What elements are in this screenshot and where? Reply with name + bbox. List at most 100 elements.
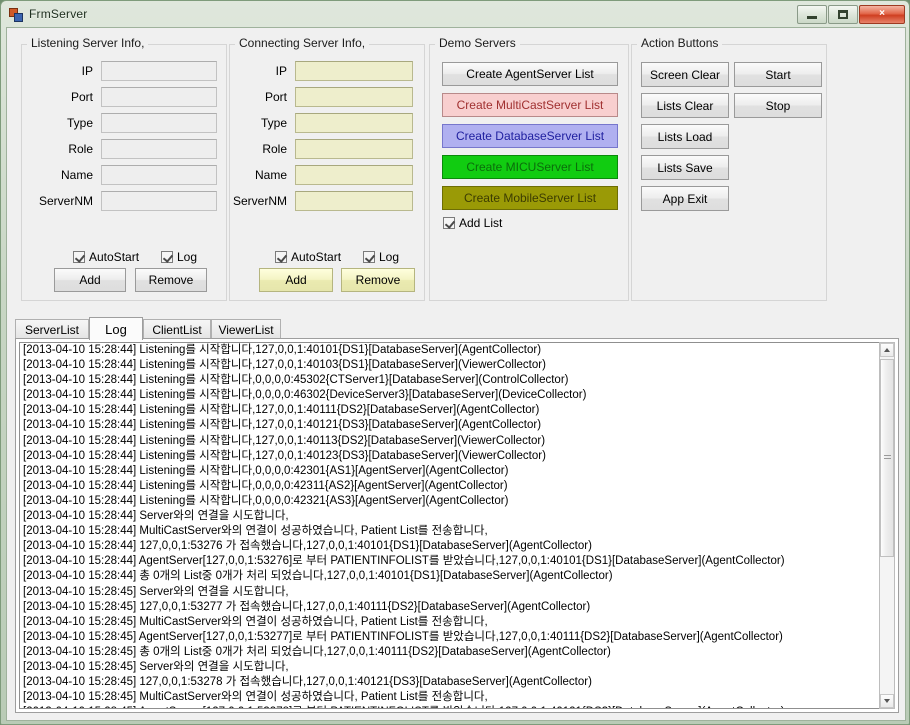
log-line[interactable]: [2013-04-10 15:28:45] 총 0개의 List중 0개가 처리… [20, 645, 880, 660]
log-line[interactable]: [2013-04-10 15:28:44] Listening를 시작합니다,0… [20, 388, 880, 403]
log-line[interactable]: [2013-04-10 15:28:44] Listening를 시작합니다,0… [20, 479, 880, 494]
log-line[interactable]: [2013-04-10 15:28:45] MultiCastServer와의 … [20, 690, 880, 705]
tab-log[interactable]: Log [89, 317, 143, 340]
create-mobileserver-list-button[interactable]: Create MobileServer List [442, 186, 618, 210]
listening-port-label: Port [70, 90, 93, 104]
log-line[interactable]: [2013-04-10 15:28:45] 127,0,0,1:53278 가 … [20, 675, 880, 690]
title-bar[interactable]: FrmServer × [1, 1, 910, 27]
connecting-add-button[interactable]: Add [259, 268, 333, 292]
listening-remove-button[interactable]: Remove [135, 268, 207, 292]
create-multicastserver-list-button[interactable]: Create MultiCastServer List [442, 93, 618, 117]
listening-name-row: Name [27, 165, 221, 185]
lists-load-button[interactable]: Lists Load [641, 124, 729, 149]
connecting-ip-row: IP [231, 61, 421, 81]
log-line[interactable]: [2013-04-10 15:28:45] MultiCastServer와의 … [20, 615, 880, 630]
connecting-name-input[interactable] [295, 165, 413, 185]
action-buttons-group: Action Buttons Screen Clear Lists Clear … [631, 36, 827, 301]
scroll-up-button[interactable] [880, 343, 894, 357]
scrollbar-thumb[interactable] [880, 359, 894, 557]
log-line[interactable]: [2013-04-10 15:28:44] MultiCastServer와의 … [20, 524, 880, 539]
log-line[interactable]: [2013-04-10 15:28:44] 127,0,0,1:53276 가 … [20, 539, 880, 554]
demo-addlist-checkbox[interactable]: Add List [443, 216, 502, 230]
log-line[interactable]: [2013-04-10 15:28:44] AgentServer[127,0,… [20, 554, 880, 569]
connecting-servernm-input[interactable] [295, 191, 413, 211]
connecting-autostart-label: AutoStart [291, 250, 342, 264]
connecting-type-label: Type [260, 116, 287, 130]
listening-autostart-checkbox[interactable]: AutoStart [73, 250, 139, 264]
connecting-remove-button[interactable]: Remove [341, 268, 415, 292]
log-line[interactable]: [2013-04-10 15:28:44] Listening를 시작합니다,0… [20, 494, 880, 509]
log-line[interactable]: [2013-04-10 15:28:44] Listening를 시작합니다,1… [20, 434, 880, 449]
connecting-role-row: Role [231, 139, 421, 159]
listening-servernm-row: ServerNM [21, 191, 221, 211]
connecting-role-label: Role [262, 142, 287, 156]
client-area: Listening Server Info, IP Port Type Role… [6, 27, 906, 721]
log-line[interactable]: [2013-04-10 15:28:45] AgentServer[127,0,… [20, 705, 880, 708]
connecting-port-row: Port [231, 87, 421, 107]
listening-type-combo[interactable] [101, 113, 217, 133]
close-button[interactable]: × [859, 4, 905, 24]
listening-port-input[interactable] [101, 87, 217, 107]
connecting-server-group: Connecting Server Info, IP Port Type Rol… [229, 36, 425, 301]
connecting-type-row: Type [231, 113, 421, 133]
app-exit-button[interactable]: App Exit [641, 186, 729, 211]
log-line[interactable]: [2013-04-10 15:28:45] Server와의 연결을 시도합니다… [20, 585, 880, 600]
demo-servers-group: Demo Servers Create AgentServer List Cre… [429, 36, 629, 301]
log-line[interactable]: [2013-04-10 15:28:44] Server와의 연결을 시도합니다… [20, 509, 880, 524]
log-line[interactable]: [2013-04-10 15:28:45] 127,0,0,1:53277 가 … [20, 600, 880, 615]
listening-role-label: Role [68, 142, 93, 156]
tab-serverlist[interactable]: ServerList [15, 319, 89, 339]
listening-role-combo[interactable] [101, 139, 217, 159]
tab-clientlist[interactable]: ClientList [143, 319, 211, 339]
listening-group-title: Listening Server Info, [27, 36, 149, 50]
connecting-ip-label: IP [275, 64, 287, 78]
minimize-button[interactable] [797, 4, 827, 24]
maximize-button[interactable] [828, 4, 858, 24]
log-line[interactable]: [2013-04-10 15:28:44] Listening를 시작합니다,1… [20, 418, 880, 433]
log-line[interactable]: [2013-04-10 15:28:45] AgentServer[127,0,… [20, 630, 880, 645]
checkbox-checked-icon [275, 251, 287, 263]
connecting-log-label: Log [379, 250, 400, 264]
listening-port-row: Port [27, 87, 221, 107]
listening-name-input[interactable] [101, 165, 217, 185]
listening-ip-combo[interactable] [101, 61, 217, 81]
log-line[interactable]: [2013-04-10 15:28:44] Listening를 시작합니다,1… [20, 403, 880, 418]
action-group-title: Action Buttons [637, 36, 723, 50]
log-line[interactable]: [2013-04-10 15:28:44] Listening를 시작합니다,1… [20, 358, 880, 373]
connecting-group-title: Connecting Server Info, [235, 36, 370, 50]
tab-viewerlist[interactable]: ViewerList [211, 319, 281, 339]
start-button[interactable]: Start [734, 62, 822, 87]
create-micuserver-list-button[interactable]: Create MICUServer List [442, 155, 618, 179]
log-line[interactable]: [2013-04-10 15:28:44] Listening를 시작합니다,1… [20, 449, 880, 464]
connecting-port-input[interactable] [295, 87, 413, 107]
connecting-servernm-label: ServerNM [232, 194, 287, 208]
lists-clear-button[interactable]: Lists Clear [641, 93, 729, 118]
scroll-down-icon [884, 699, 890, 703]
log-line[interactable]: [2013-04-10 15:28:44] Listening를 시작합니다,0… [20, 373, 880, 388]
log-line[interactable]: [2013-04-10 15:28:45] Server와의 연결을 시도합니다… [20, 660, 880, 675]
log-vertical-scrollbar[interactable] [879, 342, 895, 709]
connecting-type-combo[interactable] [295, 113, 413, 133]
listening-log-checkbox[interactable]: Log [161, 250, 197, 264]
listening-add-button[interactable]: Add [54, 268, 126, 292]
listening-servernm-input[interactable] [101, 191, 217, 211]
create-databaseserver-list-button[interactable]: Create DatabaseServer List [442, 124, 618, 148]
grip-icon [883, 455, 891, 461]
connecting-role-combo[interactable] [295, 139, 413, 159]
connecting-log-checkbox[interactable]: Log [363, 250, 399, 264]
connecting-autostart-checkbox[interactable]: AutoStart [275, 250, 341, 264]
create-agentserver-list-button[interactable]: Create AgentServer List [442, 62, 618, 86]
connecting-ip-combo[interactable] [295, 61, 413, 81]
scroll-down-button[interactable] [880, 694, 894, 708]
tab-strip: ServerList Log ClientList ViewerList [15, 317, 899, 340]
listening-autostart-label: AutoStart [89, 250, 140, 264]
demo-addlist-label: Add List [459, 216, 503, 230]
listening-log-label: Log [177, 250, 198, 264]
stop-button[interactable]: Stop [734, 93, 822, 118]
log-list[interactable]: [2013-04-10 15:28:44] Listening를 시작합니다,1… [19, 342, 881, 709]
screen-clear-button[interactable]: Screen Clear [641, 62, 729, 87]
log-line[interactable]: [2013-04-10 15:28:44] Listening를 시작합니다,0… [20, 464, 880, 479]
lists-save-button[interactable]: Lists Save [641, 155, 729, 180]
log-line[interactable]: [2013-04-10 15:28:44] Listening를 시작합니다,1… [20, 343, 880, 358]
log-line[interactable]: [2013-04-10 15:28:44] 총 0개의 List중 0개가 처리… [20, 569, 880, 584]
